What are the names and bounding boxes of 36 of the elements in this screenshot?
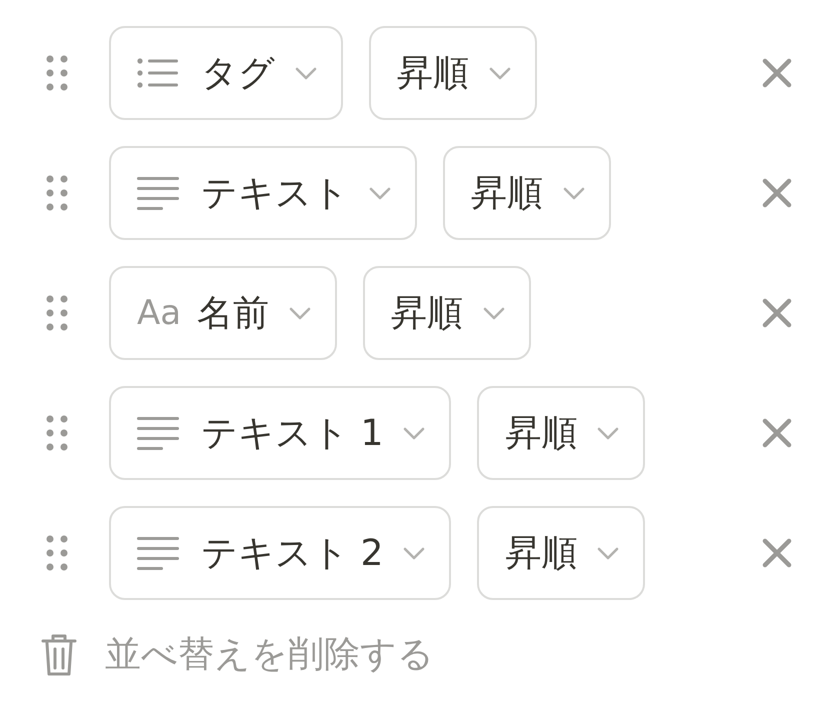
sort-direction-dropdown[interactable]: 昇順	[477, 386, 646, 480]
property-dropdown[interactable]: タグ	[109, 26, 343, 120]
drag-handle-icon[interactable]	[46, 535, 68, 571]
text-lines-icon	[137, 176, 179, 210]
list-icon	[137, 58, 179, 88]
chevron-down-icon	[403, 546, 426, 560]
property-dropdown[interactable]: テキスト	[109, 146, 417, 240]
chevron-down-icon	[597, 426, 620, 440]
title-icon: Aa	[137, 293, 182, 333]
text-lines-icon	[137, 416, 179, 450]
chevron-down-icon	[295, 66, 317, 80]
chevron-down-icon	[289, 306, 312, 320]
chevron-down-icon	[369, 186, 391, 200]
drag-handle-icon[interactable]	[46, 175, 68, 211]
trash-icon	[41, 632, 77, 676]
sort-direction-dropdown[interactable]: 昇順	[369, 26, 537, 120]
chevron-down-icon	[563, 186, 585, 200]
close-icon[interactable]	[762, 538, 792, 568]
chevron-down-icon	[483, 306, 506, 320]
property-dropdown[interactable]: テキスト 2	[109, 506, 452, 600]
sort-direction-dropdown[interactable]: 昇順	[363, 266, 532, 360]
sort-direction-dropdown[interactable]: 昇順	[477, 506, 646, 600]
drag-handle-icon[interactable]	[46, 415, 68, 451]
drag-handle-icon[interactable]	[46, 295, 68, 331]
property-dropdown[interactable]: テキスト 1	[109, 386, 452, 480]
chevron-down-icon	[403, 426, 426, 440]
text-lines-icon	[137, 536, 179, 570]
close-icon[interactable]	[762, 58, 792, 88]
drag-handle-icon[interactable]	[46, 55, 68, 91]
close-icon[interactable]	[762, 178, 792, 208]
chevron-down-icon	[489, 66, 511, 80]
close-icon[interactable]	[762, 418, 792, 448]
chevron-down-icon	[597, 546, 620, 560]
property-dropdown[interactable]: Aa 名前	[109, 266, 338, 360]
sort-direction-dropdown[interactable]: 昇順	[443, 146, 611, 240]
close-icon[interactable]	[762, 298, 792, 328]
